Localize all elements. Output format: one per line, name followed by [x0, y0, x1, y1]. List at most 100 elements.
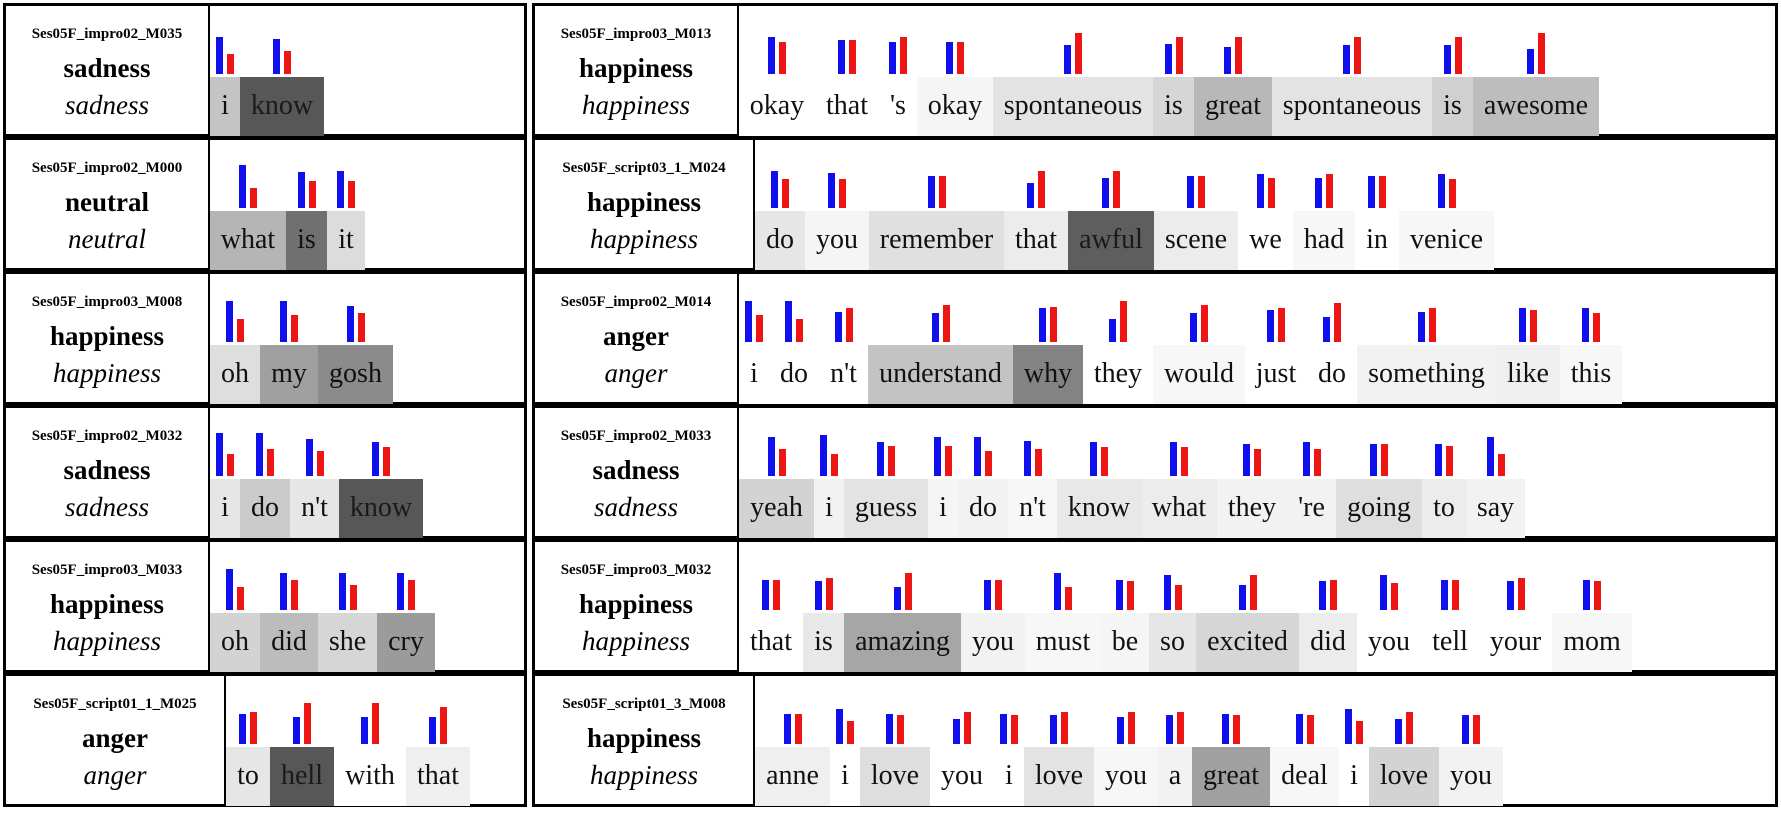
attention-bar-red: [291, 315, 298, 342]
attention-bar-blue: [745, 301, 752, 342]
attention-bar-red: [1381, 444, 1388, 476]
attention-bar-blue: [1267, 310, 1274, 342]
attention-bar-blue: [1519, 308, 1526, 342]
predicted-emotion-label: happiness: [53, 358, 161, 388]
word-token: cry: [377, 613, 435, 672]
word-token: deal: [1270, 747, 1339, 806]
attention-bar-red: [957, 42, 964, 74]
word-token: hell: [270, 747, 334, 806]
attention-bar-blue: [946, 42, 953, 74]
utterance-id: Ses05F_impro02_M035: [31, 26, 183, 42]
attention-bar-blue: [226, 569, 233, 610]
attention-bar-red: [1278, 308, 1285, 342]
word-token: love: [860, 747, 930, 806]
word-token: do: [769, 345, 819, 404]
word-token: oh: [210, 613, 260, 672]
word-token: is: [286, 211, 327, 270]
attention-bar-red: [1065, 587, 1072, 610]
word-token: gosh: [318, 345, 393, 404]
word-token: yeah: [739, 479, 814, 538]
attention-bar-blue: [1064, 45, 1071, 74]
attention-bar-blue: [306, 439, 313, 476]
attention-bar-red: [1181, 447, 1188, 476]
attention-bar-blue: [768, 437, 775, 476]
attention-bar-red: [1268, 178, 1275, 208]
word-token: guess: [844, 479, 928, 538]
word-token: i: [994, 747, 1024, 806]
attention-bar-blue: [1054, 573, 1061, 610]
word-token: is: [1432, 77, 1473, 136]
attention-bar-blue: [1435, 444, 1442, 476]
attention-bar-red: [900, 37, 907, 74]
attention-bar-red: [1250, 575, 1257, 610]
left-panel-4: Ses05F_impro03_M033 happiness happiness oh d…: [3, 539, 527, 673]
attention-bar-blue: [984, 580, 991, 610]
attention-bar-red: [1498, 454, 1505, 476]
predicted-emotion-label: sadness: [64, 90, 149, 120]
right-panel-1: Ses05F_script03_1_M024 happiness happiness…: [532, 137, 1778, 271]
attention-bar-blue: [337, 171, 344, 208]
attention-bar-blue: [1165, 44, 1172, 74]
word-token: excited: [1196, 613, 1299, 672]
attention-bar-red: [939, 176, 946, 208]
attention-bar-red: [831, 454, 838, 476]
attention-bar-blue: [838, 40, 845, 74]
attention-bar-blue: [226, 301, 233, 342]
attention-bar-red: [1233, 715, 1240, 744]
word-token: love: [1369, 747, 1439, 806]
word-token: n't: [1008, 479, 1057, 538]
word-token: my: [260, 345, 318, 404]
word-token: okay: [917, 77, 993, 136]
attention-bar-blue: [347, 306, 354, 342]
attention-bar-red: [1113, 171, 1120, 208]
word-token: that: [406, 747, 470, 806]
attention-bar-red: [1101, 447, 1108, 476]
utterance-id: Ses05F_impro02_M000: [31, 160, 183, 176]
attention-bar-blue: [1462, 715, 1469, 744]
word-token: is: [1153, 77, 1194, 136]
predicted-emotion-label: happiness: [53, 626, 161, 656]
word-token: we: [1238, 211, 1293, 270]
word-token: 's: [879, 77, 917, 136]
right-panel-0: Ses05F_impro03_M013 happiness happiness oka…: [532, 3, 1778, 137]
predicted-emotion-label: happiness: [590, 224, 698, 254]
attention-bar-blue: [835, 312, 842, 342]
word-token: understand: [868, 345, 1013, 404]
word-token: i: [739, 345, 769, 404]
word-token: know: [339, 479, 423, 538]
attention-bar-red: [1449, 179, 1456, 208]
word-token: okay: [739, 77, 815, 136]
word-token: what: [1141, 479, 1217, 538]
word-token: must: [1025, 613, 1101, 672]
true-emotion-label: anger: [603, 321, 669, 351]
word-token: know: [1057, 479, 1141, 538]
utterance-id: Ses05F_script01_3_M008: [562, 696, 726, 712]
utterance-id: Ses05F_impro03_M033: [31, 562, 183, 578]
attention-bar-red: [1127, 581, 1134, 610]
attention-bar-red: [304, 703, 311, 744]
attention-bar-red: [1035, 449, 1042, 476]
attention-bar-blue: [1109, 319, 1116, 342]
attention-bar-blue: [771, 171, 778, 208]
word-token: to: [1422, 479, 1466, 538]
attention-bar-red: [1176, 37, 1183, 74]
utterance-id: Ses05F_impro02_M033: [560, 428, 712, 444]
word-token: i: [814, 479, 844, 538]
attention-bar-red: [773, 580, 780, 610]
word-token: i: [1339, 747, 1369, 806]
attention-bar-red: [1011, 715, 1018, 744]
word-token: amazing: [844, 613, 961, 672]
attention-bar-blue: [889, 42, 896, 74]
attention-bar-red: [849, 40, 856, 74]
word-token: is: [803, 613, 844, 672]
word-token: you: [930, 747, 994, 806]
utterance-label-cell: Ses05F_script03_1_M024 happiness happiness: [535, 140, 755, 268]
attention-bar-red: [826, 578, 833, 610]
word-token: do: [1307, 345, 1357, 404]
attention-bar-red: [796, 319, 803, 342]
word-token: i: [210, 77, 240, 136]
attention-bar-red: [309, 181, 316, 208]
attention-bar-blue: [1583, 580, 1590, 610]
utterance-label-cell: Ses05F_impro02_M035 sadness sadness: [6, 6, 210, 134]
word-token: you: [1439, 747, 1503, 806]
